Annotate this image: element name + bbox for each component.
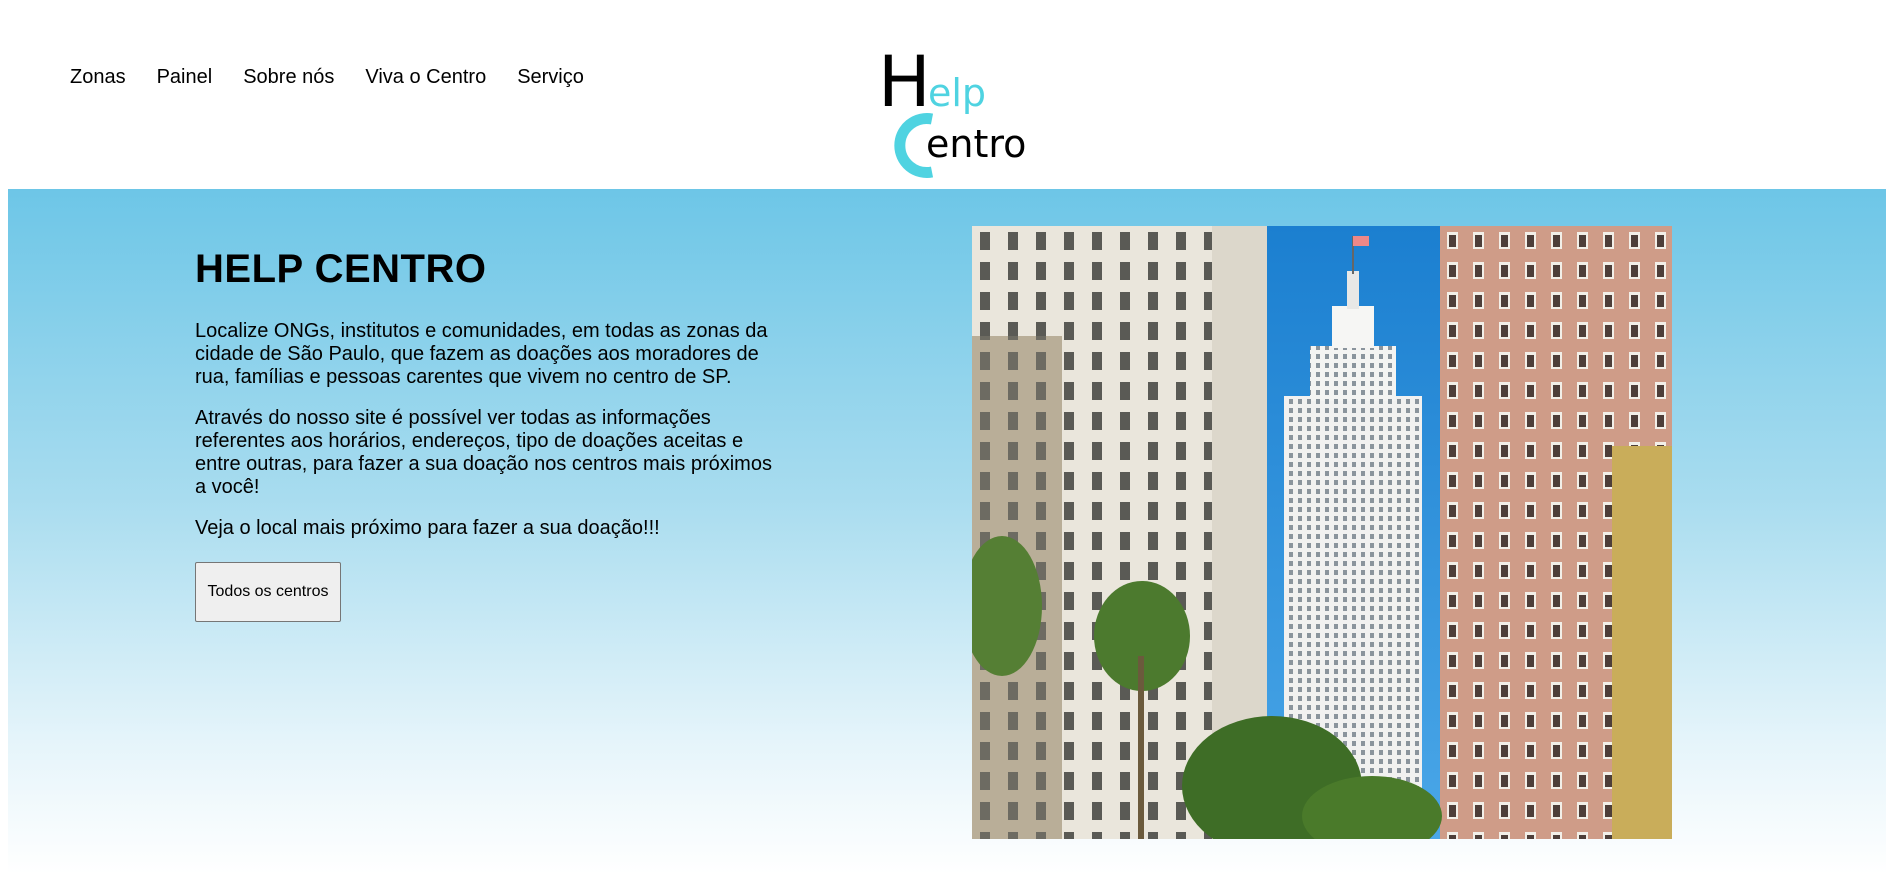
nav-link-servico[interactable]: Serviço [517,66,584,89]
hero-content: HELP CENTRO Localize ONGs, institutos e … [195,247,775,622]
hero-paragraph-intro: Localize ONGs, institutos e comunidades,… [195,320,768,388]
city-skyline-image [972,226,1672,839]
logo-letter-h: H [878,50,931,123]
hero-photo [972,226,1672,839]
nav-link-painel[interactable]: Painel [157,66,213,89]
help-centro-logo[interactable]: H elp entro [876,50,1036,185]
main-nav: Zonas Painel Sobre nós Viva o Centro Ser… [70,66,584,89]
hero-paragraph-info: Através do nosso site é possível ver tod… [195,407,772,498]
hero-title: HELP CENTRO [195,247,487,291]
hero-paragraph-cta: Veja o local mais próximo para fazer a s… [195,517,660,539]
nav-link-viva-o-centro[interactable]: Viva o Centro [365,66,486,89]
nav-link-zonas[interactable]: Zonas [70,66,126,89]
logo-text-entro: entro [926,122,1026,166]
nav-link-sobre-nos[interactable]: Sobre nós [243,66,334,89]
site-header: Zonas Painel Sobre nós Viva o Centro Ser… [0,0,1894,189]
logo-text-elp: elp [928,71,986,115]
todos-os-centros-button[interactable]: Todos os centros [195,562,341,622]
hero-section: HELP CENTRO Localize ONGs, institutos e … [8,189,1886,874]
